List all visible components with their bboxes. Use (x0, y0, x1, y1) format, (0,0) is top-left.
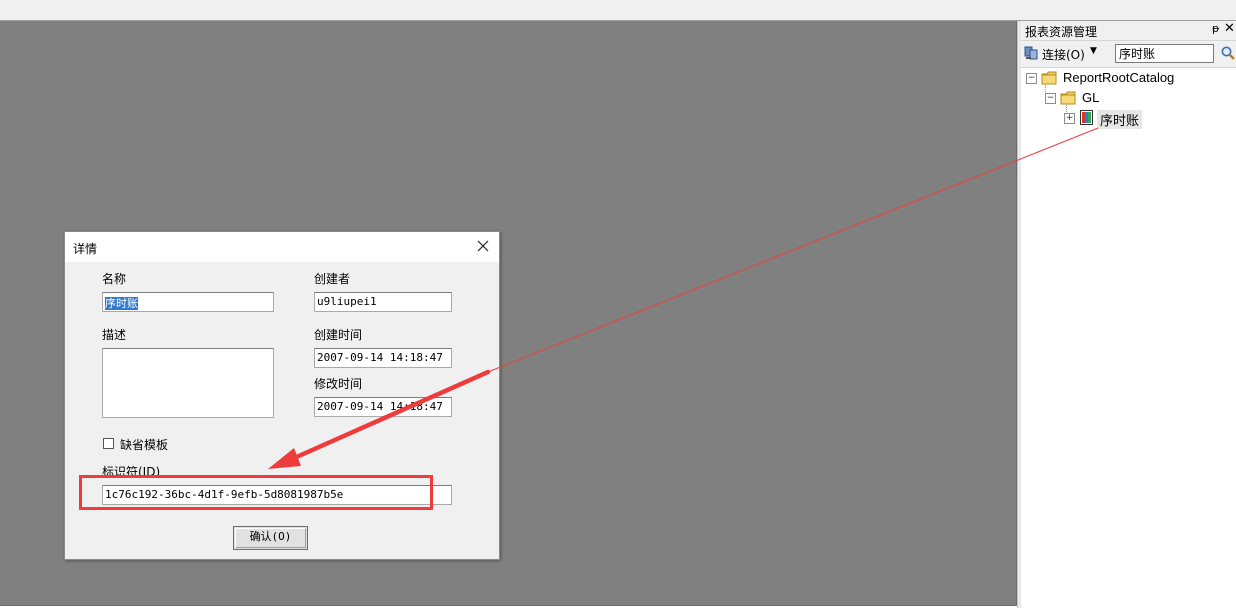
description-textarea[interactable] (102, 348, 274, 418)
default-template-label: 缺省模板 (120, 438, 169, 452)
created-time-field[interactable]: 2007-09-14 14:18:47 (314, 348, 452, 368)
panel-toolbar: 连接(O) ▼ (1021, 41, 1236, 68)
default-template-checkbox[interactable] (103, 438, 114, 449)
creator-field[interactable]: u9liupei1 (314, 292, 452, 312)
modified-time-label: 修改时间 (314, 377, 363, 391)
name-field[interactable]: 序时账 (102, 292, 274, 312)
search-input[interactable] (1115, 44, 1214, 63)
folder-icon (1060, 91, 1076, 105)
description-label: 描述 (102, 328, 127, 342)
top-toolbar (0, 0, 1236, 21)
tree-item-label: ReportRootCatalog (1063, 70, 1175, 85)
search-icon[interactable] (1220, 45, 1236, 61)
panel-header: 报表资源管理 ᵽ ✕ (1021, 21, 1236, 41)
tree-item-label: 序时账 (1097, 110, 1143, 129)
annotation-highlight-box (79, 475, 433, 510)
details-dialog: 详情 名称 序时账 创建者 u9liupei1 描述 创建时间 2007-09-… (64, 231, 500, 560)
creator-label: 创建者 (314, 272, 351, 286)
panel-title: 报表资源管理 (1025, 25, 1098, 39)
dialog-title: 详情 (73, 242, 98, 256)
expand-icon[interactable]: + (1064, 113, 1075, 124)
folder-icon (1041, 71, 1057, 85)
name-label: 名称 (102, 272, 127, 286)
close-icon[interactable]: ✕ (1224, 21, 1235, 36)
collapse-icon[interactable]: − (1026, 73, 1037, 84)
report-icon (1080, 110, 1093, 125)
chevron-down-icon[interactable]: ▼ (1090, 46, 1097, 56)
dialog-titlebar: 详情 (65, 232, 499, 262)
confirm-button-label: 确认(O) (249, 530, 292, 543)
collapse-icon[interactable]: − (1045, 93, 1056, 104)
tree-item-gl[interactable]: − GL (1045, 89, 1225, 107)
modified-time-field[interactable]: 2007-09-14 14:18:47 (314, 397, 452, 417)
report-resource-panel: 报表资源管理 ᵽ ✕ 连接(O) ▼ − ReportRootCatalog (1021, 21, 1236, 608)
tree-item-label: GL (1082, 90, 1100, 105)
close-icon[interactable] (473, 236, 493, 256)
connect-icon[interactable] (1024, 46, 1038, 60)
tree-item-root[interactable]: − ReportRootCatalog (1026, 69, 1226, 87)
connect-button[interactable]: 连接(O) (1042, 46, 1085, 63)
pin-icon[interactable]: ᵽ (1212, 22, 1219, 35)
tree-item-report[interactable]: + 序时账 (1064, 109, 1224, 129)
confirm-button[interactable]: 确认(O) (233, 526, 308, 550)
created-time-label: 创建时间 (314, 328, 363, 342)
